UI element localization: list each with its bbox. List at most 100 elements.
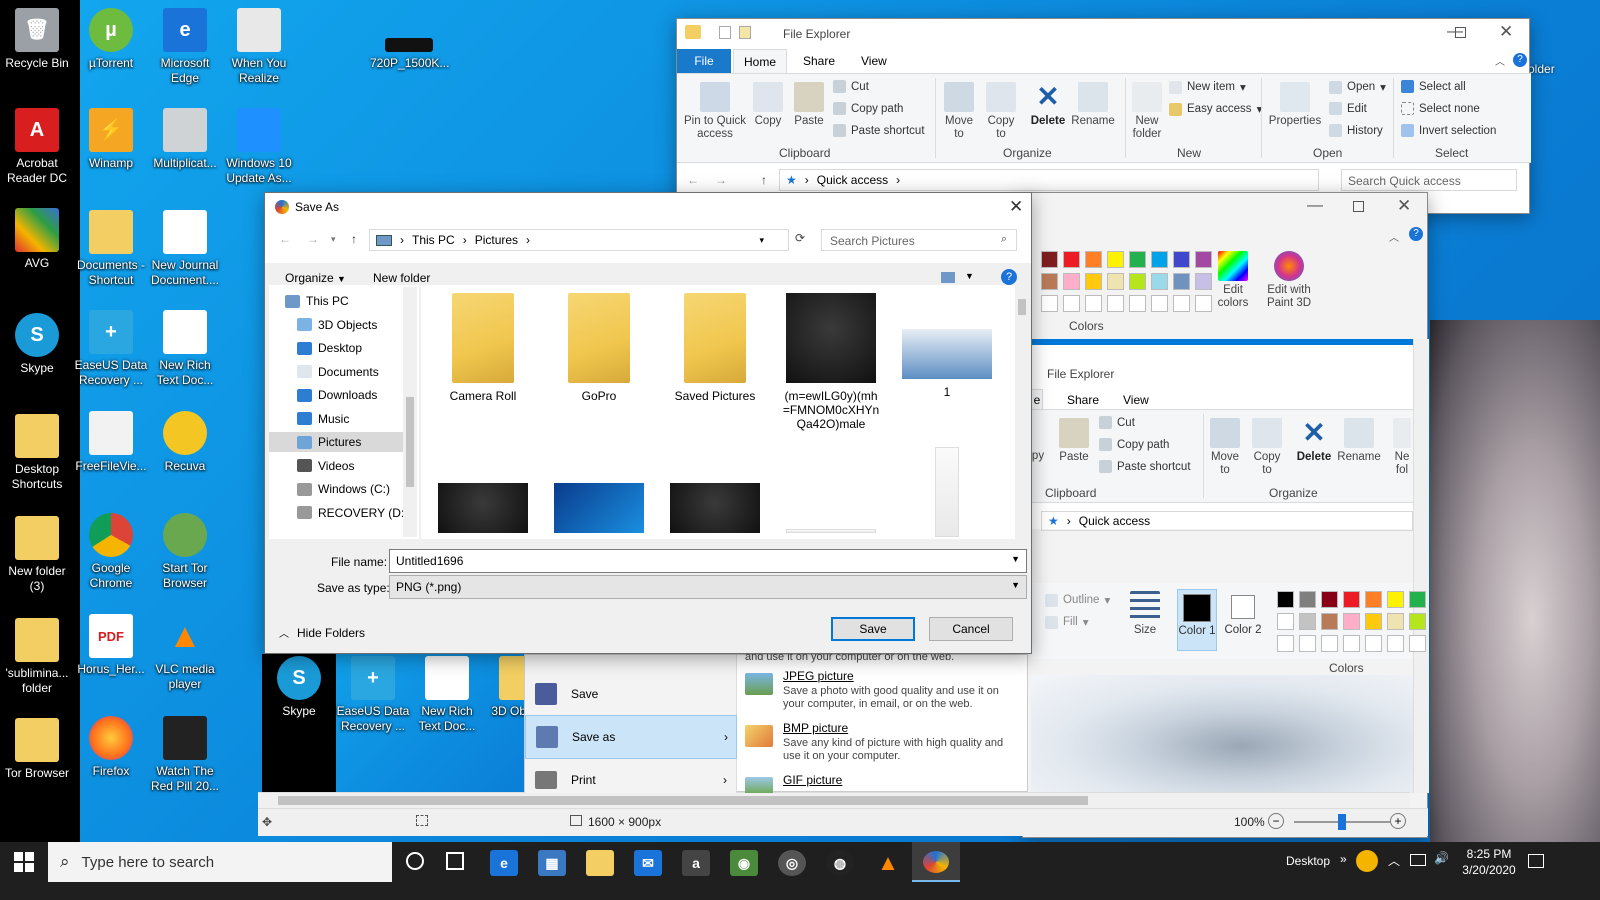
copy-to-button[interactable]: Copy to: [1249, 418, 1285, 477]
paint-taskbar-button[interactable]: [912, 842, 960, 882]
easy-access-button[interactable]: Easy access ▾: [1169, 102, 1262, 116]
paste-button[interactable]: Paste: [791, 82, 827, 128]
image-file-item[interactable]: 610: [549, 473, 649, 539]
color-swatch[interactable]: [1409, 635, 1426, 652]
refresh-icon[interactable]: ⟳: [795, 231, 805, 245]
color-swatch[interactable]: [1299, 635, 1316, 652]
nav-item-pictures[interactable]: Pictures: [269, 432, 403, 452]
close-icon[interactable]: ✕: [1009, 197, 1023, 217]
color-swatch[interactable]: [1085, 273, 1102, 290]
desktop-icon-recycle-bin[interactable]: 🗑 Recycle Bin: [0, 8, 74, 71]
inner-address-bar[interactable]: ★ › Quick access: [1041, 511, 1413, 531]
copy-button-partial[interactable]: py: [1031, 450, 1045, 463]
store-taskbar-icon[interactable]: ▦: [538, 850, 566, 876]
copy-path-button[interactable]: Copy path: [1099, 438, 1169, 451]
color-swatch[interactable]: [1085, 251, 1102, 268]
horizontal-scrollbar[interactable]: [258, 792, 1410, 808]
task-view-icon[interactable]: [446, 852, 464, 870]
toolbar-chevron-icon[interactable]: »: [1340, 852, 1347, 866]
save-as-gif-option[interactable]: GIF picture: [745, 773, 1025, 793]
tab-home-partial[interactable]: e: [1031, 389, 1043, 409]
color-swatch[interactable]: [1129, 273, 1146, 290]
vertical-scrollbar[interactable]: [1413, 339, 1429, 793]
image-file-item[interactable]: billing_address: [781, 473, 881, 539]
color-swatch[interactable]: [1343, 591, 1360, 608]
desktop-icon-when-you-realize[interactable]: When You Realize: [222, 8, 296, 86]
color-swatch[interactable]: [1173, 251, 1190, 268]
save-button[interactable]: Save: [831, 617, 915, 641]
paint-canvas[interactable]: [1031, 675, 1413, 793]
nav-item-this-pc[interactable]: This PC: [285, 291, 349, 311]
new-folder-quick-icon[interactable]: [739, 26, 751, 39]
tab-view[interactable]: View: [1123, 393, 1149, 407]
copy-to-button[interactable]: Copy to: [983, 82, 1019, 141]
desktop-icon-recuva[interactable]: Recuva: [148, 411, 222, 474]
image-file-item[interactable]: (m=ewILG0y)(mh=FMNOM0cXHYnQa42O)male: [781, 293, 881, 431]
delete-button[interactable]: ✕ Delete: [1029, 82, 1067, 128]
image-file-item[interactable]: HTMARIMAGEFIN: [897, 447, 997, 539]
save-as-jpeg-option[interactable]: JPEG picture Save a photo with good qual…: [745, 669, 1025, 713]
color-swatch[interactable]: [1151, 273, 1168, 290]
search-quick-access-input[interactable]: Search Quick access: [1341, 169, 1517, 191]
nav-item-downloads[interactable]: Downloads: [297, 385, 377, 405]
desktop-icon-easeus[interactable]: + EaseUS Data Recovery ...: [74, 310, 148, 388]
color-swatch[interactable]: [1387, 591, 1404, 608]
desktop-icon-vlc[interactable]: ▲ VLC media player: [148, 614, 222, 692]
desktop-icon-horus-pdf[interactable]: PDF Horus_Her...: [74, 614, 148, 677]
color-swatch[interactable]: [1063, 295, 1080, 312]
open-button[interactable]: Open ▾: [1329, 80, 1386, 94]
chevron-down-icon[interactable]: ▼: [1011, 554, 1020, 564]
forward-arrow-icon[interactable]: →: [307, 232, 319, 246]
address-bar[interactable]: ★ › Quick access ›: [779, 169, 1319, 191]
camera-taskbar-icon[interactable]: ◍: [826, 850, 854, 876]
new-folder-button[interactable]: New folder: [373, 271, 430, 285]
desktop-icon-edge[interactable]: e Microsoft Edge: [148, 8, 222, 86]
color-swatch[interactable]: [1063, 273, 1080, 290]
zoom-out-button[interactable]: −: [1268, 813, 1284, 829]
help-icon[interactable]: ?: [1409, 227, 1423, 241]
windows-start-icon[interactable]: [14, 852, 34, 872]
color-swatch[interactable]: [1085, 295, 1102, 312]
color-swatch[interactable]: [1129, 251, 1146, 268]
file-explorer-taskbar-icon[interactable]: [586, 850, 614, 876]
color-swatch[interactable]: [1173, 273, 1190, 290]
color1-button[interactable]: Color 1: [1177, 589, 1217, 651]
forward-arrow-icon[interactable]: →: [715, 173, 727, 187]
rename-button[interactable]: Rename: [1337, 418, 1381, 464]
new-item-button[interactable]: New item ▾: [1169, 80, 1246, 94]
desktop-icon-watch-red-pill[interactable]: Watch The Red Pill 20...: [148, 716, 222, 794]
pin-quick-access-button[interactable]: Pin to Quick access: [683, 82, 747, 141]
tab-home[interactable]: Home: [733, 49, 787, 73]
desktop-icon-new-journal[interactable]: New Journal Document....: [148, 210, 222, 288]
nav-item-desktop[interactable]: Desktop: [297, 338, 362, 358]
cut-button[interactable]: Cut: [1099, 416, 1135, 429]
new-folder-button-partial[interactable]: Ne fol: [1393, 418, 1411, 477]
file-scrollbar-thumb[interactable]: [1018, 299, 1026, 315]
color-swatch[interactable]: [1365, 591, 1382, 608]
hide-folders-toggle[interactable]: ︿ Hide Folders: [279, 625, 365, 641]
save-as-bmp-option[interactable]: BMP picture Save any kind of picture wit…: [745, 721, 1025, 765]
show-hidden-icons[interactable]: ︿: [1388, 852, 1400, 869]
size-button[interactable]: Size: [1127, 591, 1163, 637]
color-swatch[interactable]: [1409, 613, 1426, 630]
tab-file[interactable]: File: [677, 49, 731, 73]
image-file-item[interactable]: 1: [897, 293, 997, 399]
nav-item-3d-objects[interactable]: 3D Objects: [297, 315, 377, 335]
desktop-icon-multiplication[interactable]: Multiplicat...: [148, 108, 222, 171]
network-icon[interactable]: [1410, 854, 1426, 866]
back-arrow-icon[interactable]: ←: [687, 173, 699, 187]
color-swatch[interactable]: [1041, 251, 1058, 268]
desktop-icon-windows-update[interactable]: Windows 10 Update As...: [222, 108, 296, 186]
nav-scrollbar[interactable]: [403, 287, 417, 537]
view-options-icon[interactable]: [941, 272, 955, 283]
desktop-toolbar-label[interactable]: Desktop: [1286, 854, 1330, 868]
color-swatch[interactable]: [1041, 295, 1058, 312]
search-pictures-input[interactable]: Search Pictures: [821, 229, 1017, 251]
select-none-button[interactable]: Select none: [1401, 102, 1480, 115]
up-arrow-icon[interactable]: ↑: [761, 173, 767, 187]
help-icon[interactable]: ?: [1513, 53, 1527, 67]
nav-item-music[interactable]: Music: [297, 409, 349, 429]
desktop-icon-720p[interactable]: 720P_1500K...: [370, 38, 449, 71]
color-swatch[interactable]: [1343, 635, 1360, 652]
close-icon[interactable]: ✕: [1397, 196, 1411, 216]
